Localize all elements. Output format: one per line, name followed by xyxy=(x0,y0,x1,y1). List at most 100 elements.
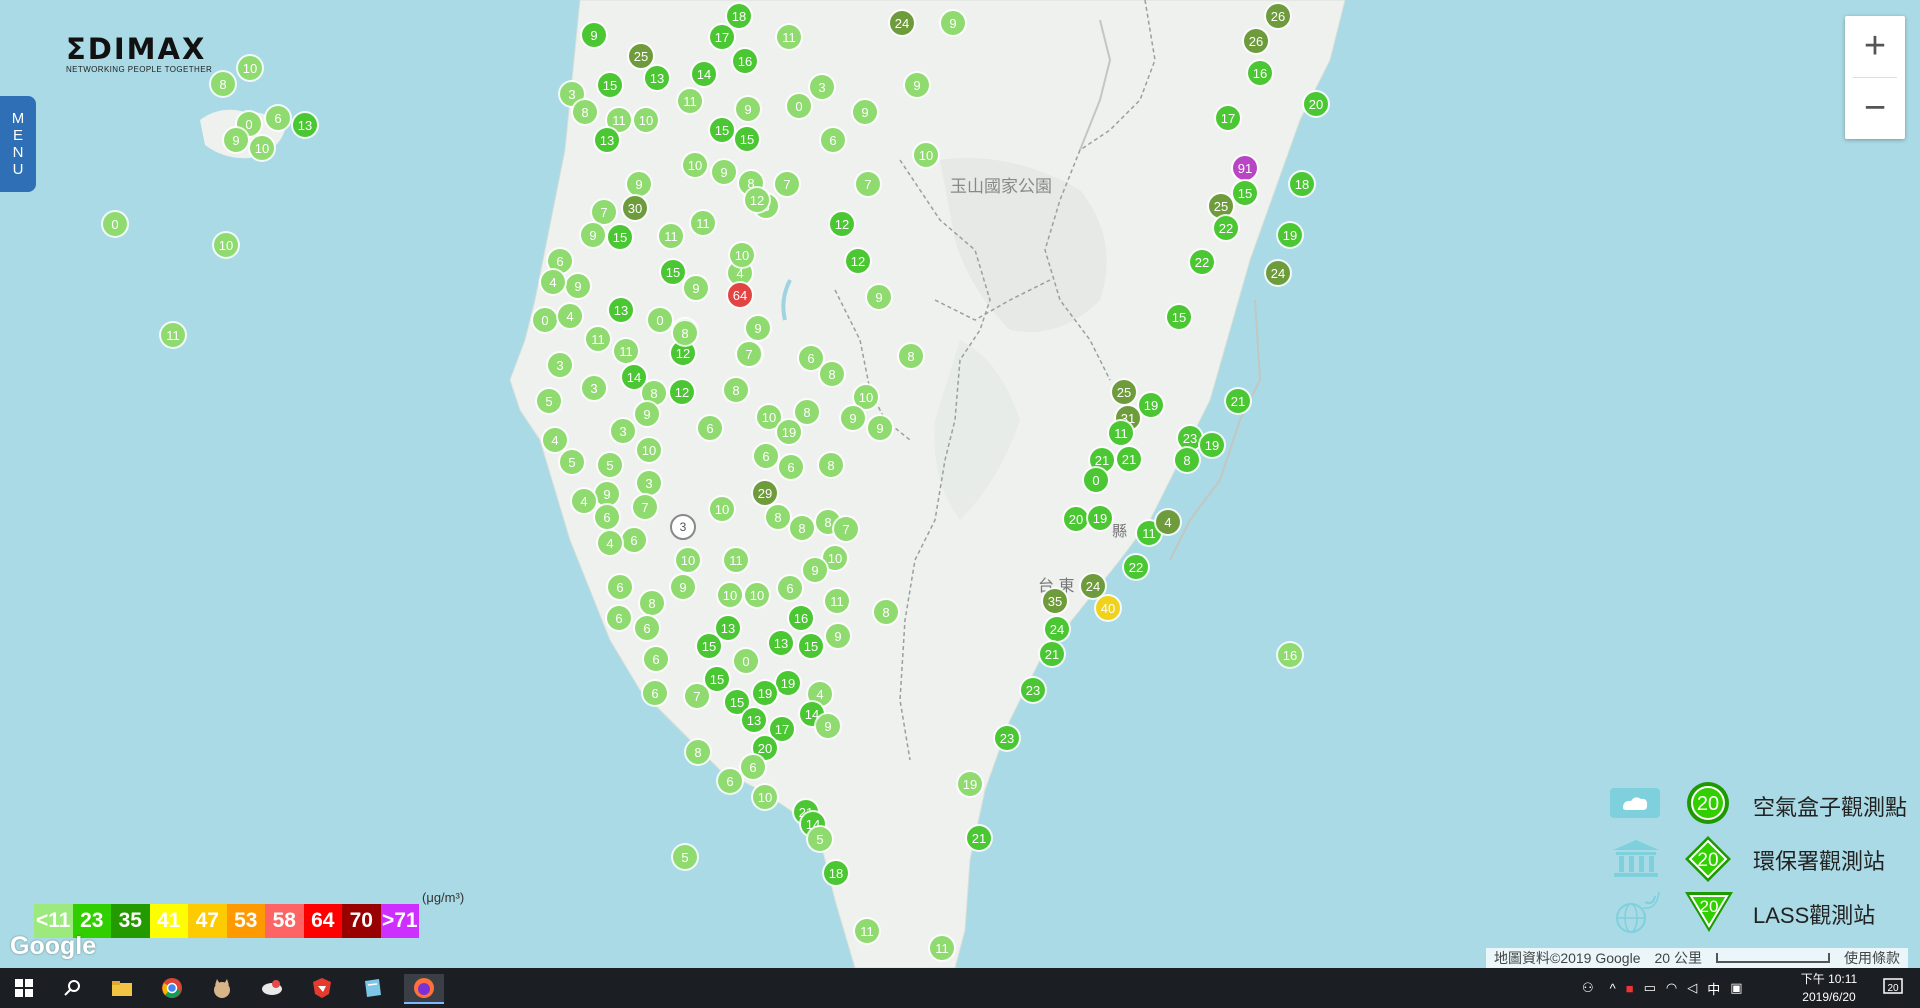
pm25-station-marker[interactable]: 5 xyxy=(537,389,561,413)
pm25-station-marker[interactable]: 9 xyxy=(224,128,248,152)
pm25-station-marker[interactable]: 9 xyxy=(684,276,708,300)
pm25-station-marker[interactable]: 8 xyxy=(1175,448,1199,472)
pm25-station-marker[interactable]: 29 xyxy=(753,481,777,505)
pm25-station-marker[interactable]: 10 xyxy=(250,136,274,160)
pm25-station-marker[interactable]: 9 xyxy=(841,406,865,430)
pm25-station-marker[interactable]: 24 xyxy=(1081,574,1105,598)
pm25-station-marker[interactable]: 9 xyxy=(905,73,929,97)
terms-link[interactable]: 使用條款 xyxy=(1844,948,1900,968)
security-icon[interactable]: ■ xyxy=(1626,981,1634,996)
taskbar-app-cat[interactable] xyxy=(206,974,238,1002)
pm25-station-marker[interactable]: 64 xyxy=(728,283,752,307)
pm25-station-marker[interactable]: 7 xyxy=(592,200,616,224)
pm25-station-marker[interactable]: 0 xyxy=(103,212,127,236)
pm25-station-marker[interactable]: 6 xyxy=(644,647,668,671)
pm25-station-marker[interactable]: 6 xyxy=(754,444,778,468)
pm25-station-marker[interactable]: 22 xyxy=(1124,555,1148,579)
taskbar-firefox[interactable] xyxy=(404,974,444,1004)
pm25-station-marker[interactable]: 9 xyxy=(803,558,827,582)
pm25-station-marker[interactable]: 19 xyxy=(1139,393,1163,417)
pm25-station-marker[interactable]: 8 xyxy=(573,100,597,124)
pm25-station-marker[interactable]: 12 xyxy=(846,249,870,273)
search-button[interactable] xyxy=(56,974,88,1002)
pm25-station-marker[interactable]: 35 xyxy=(1043,589,1067,613)
pm25-station-marker[interactable]: 17 xyxy=(770,717,794,741)
pm25-station-marker[interactable]: 9 xyxy=(816,714,840,738)
volume-icon[interactable]: ◁ xyxy=(1687,980,1697,996)
zoom-in-button[interactable]: + xyxy=(1845,16,1905,77)
pm25-station-marker[interactable]: 25 xyxy=(629,44,653,68)
pm25-station-marker[interactable]: 11 xyxy=(691,211,715,235)
pm25-station-marker[interactable]: 3 xyxy=(611,419,635,443)
pm25-station-marker[interactable]: 6 xyxy=(778,576,802,600)
pm25-station-marker[interactable]: 13 xyxy=(742,708,766,732)
pm25-station-marker[interactable]: 10 xyxy=(914,143,938,167)
pm25-station-marker[interactable]: 21 xyxy=(1040,642,1064,666)
pm25-station-marker[interactable]: 19 xyxy=(1088,506,1112,530)
start-button[interactable] xyxy=(8,974,40,1002)
pm25-station-marker[interactable]: 13 xyxy=(645,66,669,90)
pm25-station-marker[interactable]: 9 xyxy=(671,575,695,599)
pm25-station-marker[interactable]: 6 xyxy=(266,106,290,130)
pm25-station-marker[interactable]: 7 xyxy=(737,342,761,366)
pm25-station-marker[interactable]: 22 xyxy=(1190,250,1214,274)
pm25-station-marker[interactable]: 15 xyxy=(1233,181,1257,205)
pm25-station-marker[interactable]: 18 xyxy=(727,4,751,28)
pm25-station-marker[interactable]: 22 xyxy=(1214,216,1238,240)
pm25-station-marker[interactable]: 12 xyxy=(745,188,769,212)
pm25-station-marker[interactable]: 11 xyxy=(855,919,879,943)
pm25-station-marker[interactable]: 5 xyxy=(808,827,832,851)
pm25-station-marker[interactable]: 24 xyxy=(890,11,914,35)
pm25-station-marker[interactable]: 9 xyxy=(868,416,892,440)
pm25-station-marker[interactable]: 5 xyxy=(673,845,697,869)
pm25-station-marker[interactable]: 9 xyxy=(867,285,891,309)
pm25-station-marker[interactable]: 10 xyxy=(676,548,700,572)
pm25-station-marker[interactable]: 26 xyxy=(1244,29,1268,53)
pm25-station-marker[interactable]: 8 xyxy=(686,740,710,764)
pm25-station-marker[interactable]: 16 xyxy=(733,49,757,73)
battery-icon[interactable]: ▭ xyxy=(1644,980,1656,996)
pm25-station-marker[interactable]: 40 xyxy=(1096,596,1120,620)
pm25-station-marker[interactable]: 10 xyxy=(710,497,734,521)
pm25-station-marker[interactable]: 16 xyxy=(789,606,813,630)
pm25-station-marker[interactable]: 11 xyxy=(1109,421,1133,445)
pm25-station-marker[interactable]: 0 xyxy=(648,308,672,332)
pm25-station-marker[interactable]: 4 xyxy=(1156,510,1180,534)
pm25-station-marker[interactable]: 0 xyxy=(734,649,758,673)
taskbar-app-red[interactable] xyxy=(306,974,338,1002)
pm25-station-marker[interactable]: 6 xyxy=(821,128,845,152)
pm25-station-marker[interactable]: 15 xyxy=(799,634,823,658)
pm25-station-marker[interactable]: 10 xyxy=(753,785,777,809)
pm25-station-marker[interactable]: 11 xyxy=(659,224,683,248)
notification-center-button[interactable]: 20 xyxy=(1878,974,1910,1002)
pm25-station-marker[interactable]: 9 xyxy=(736,97,760,121)
pm25-station-marker[interactable]: 10 xyxy=(757,405,781,429)
pm25-station-marker[interactable]: 10 xyxy=(730,243,754,267)
pm25-station-marker[interactable]: 4 xyxy=(598,531,622,555)
pm25-station-marker[interactable]: 6 xyxy=(622,528,646,552)
pm25-station-marker[interactable]: 6 xyxy=(607,606,631,630)
pm25-station-marker[interactable]: 11 xyxy=(724,548,748,572)
pm25-station-marker[interactable]: 9 xyxy=(595,482,619,506)
pm25-station-marker[interactable]: 10 xyxy=(238,56,262,80)
pm25-station-marker[interactable]: 21 xyxy=(1117,447,1141,471)
pm25-station-marker[interactable]: 15 xyxy=(697,634,721,658)
pm25-station-marker[interactable]: 7 xyxy=(834,517,858,541)
pm25-station-marker[interactable]: 19 xyxy=(1278,223,1302,247)
pm25-station-marker[interactable]: 11 xyxy=(614,339,638,363)
pm25-station-marker[interactable]: 30 xyxy=(623,196,647,220)
pm25-station-marker[interactable]: 25 xyxy=(1112,380,1136,404)
pm25-station-marker[interactable]: 9 xyxy=(941,11,965,35)
taskbar-app-notes[interactable] xyxy=(356,974,388,1002)
pm25-station-marker[interactable]: 8 xyxy=(673,321,697,345)
pm25-station-marker[interactable]: 8 xyxy=(819,453,843,477)
people-icon[interactable]: ⚇ xyxy=(1582,980,1594,996)
pm25-station-marker[interactable]: 3 xyxy=(637,471,661,495)
pm25-station-marker[interactable]: 8 xyxy=(766,505,790,529)
pm25-station-marker[interactable]: 9 xyxy=(853,100,877,124)
pm25-station-marker[interactable]: 9 xyxy=(582,23,606,47)
pm25-station-marker[interactable]: 13 xyxy=(595,128,619,152)
pm25-station-marker[interactable]: 8 xyxy=(724,378,748,402)
pm25-station-marker[interactable]: 15 xyxy=(661,260,685,284)
pm25-station-marker[interactable]: 10 xyxy=(854,385,878,409)
